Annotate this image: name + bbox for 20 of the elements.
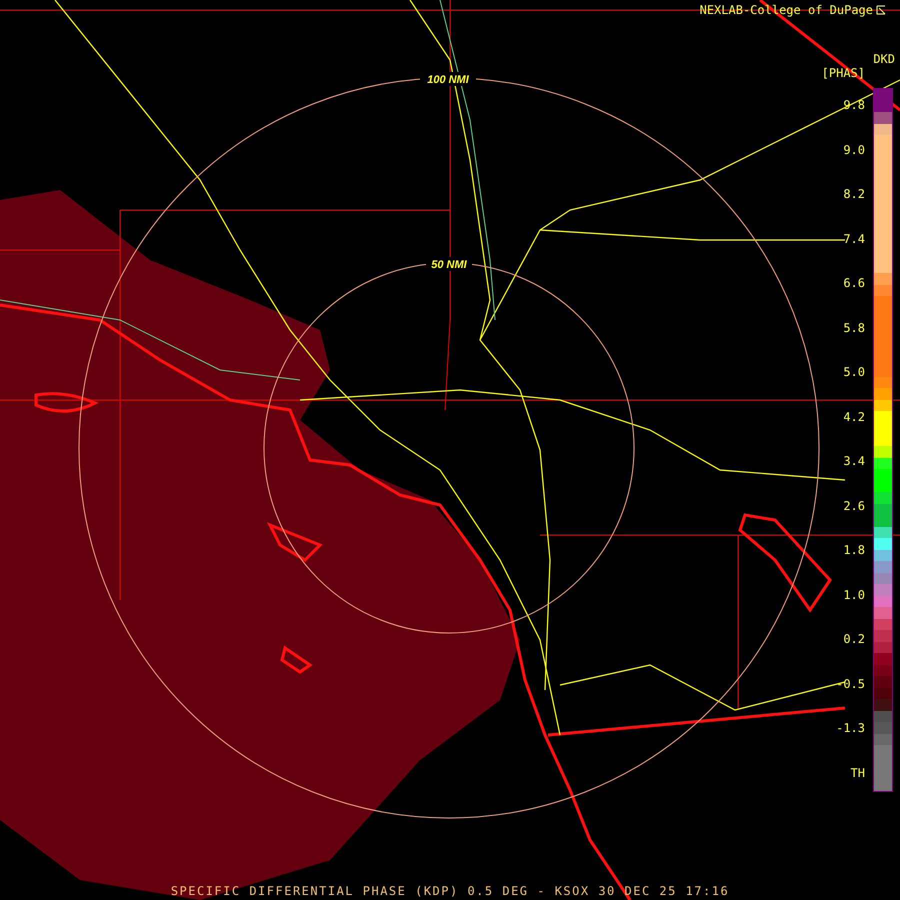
legend-title: DKD [873, 52, 895, 66]
range-ring-label: 50 NMI [431, 259, 467, 271]
legend-tick-label: 1.8 [843, 543, 865, 558]
legend-tick-label: 3.4 [843, 454, 865, 468]
legend-tick-label: 9.0 [843, 142, 865, 157]
legend-tick-label: 7.4 [843, 232, 865, 246]
legend-tick-label: 2.6 [843, 498, 865, 513]
range-ring-label: 100 NMI [427, 74, 469, 86]
legend-tick-label: 8.2 [843, 187, 865, 202]
legend-tick-label: 5.0 [843, 365, 865, 380]
legend-tick-label: 4.2 [843, 410, 865, 424]
legend-tick-label: 6.6 [843, 276, 865, 290]
legend-tick-label: -1.3 [836, 721, 865, 736]
legend-tick-label: 1.0 [843, 588, 865, 602]
external-link-icon [876, 5, 886, 15]
legend-tick-label: -0.5 [836, 676, 865, 691]
legend-tick-label: 5.8 [843, 320, 865, 335]
product-caption: SPECIFIC DIFFERENTIAL PHASE (KDP) 0.5 DEG - KSOX 30 DEC 25 17:16 [170, 884, 730, 898]
legend-tick-label: TH [850, 766, 865, 780]
legend-tick-label: 0.2 [843, 632, 865, 646]
